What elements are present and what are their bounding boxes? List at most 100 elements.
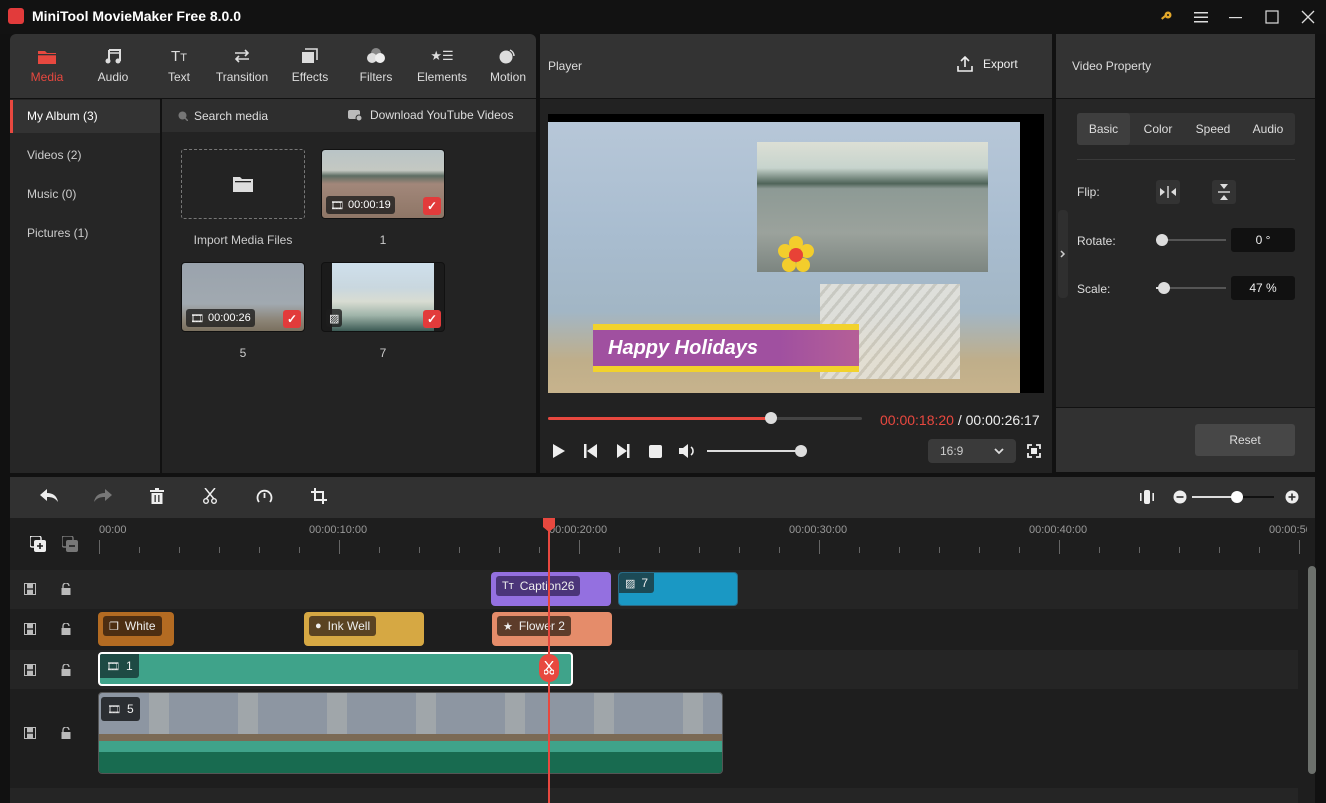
tab-elements[interactable]: ★☰ Elements (410, 46, 474, 84)
checked-icon[interactable]: ✓ (423, 310, 441, 328)
clip-white-effect[interactable]: ❐ White (98, 612, 174, 646)
menu-icon[interactable] (1190, 6, 1212, 28)
playhead-handle[interactable] (543, 518, 555, 532)
undo-icon (40, 489, 58, 502)
effects-icon: ❐ (109, 620, 119, 633)
import-media-button[interactable] (181, 149, 305, 219)
tab-audio[interactable]: Audio (1242, 113, 1294, 145)
timeline-ruler[interactable] (10, 518, 1315, 568)
close-icon[interactable] (1297, 6, 1319, 28)
nav-pictures[interactable]: Pictures (1) (10, 217, 160, 250)
fullscreen-button[interactable] (1027, 444, 1041, 458)
media-item-1[interactable]: 🎞 00:00:19 ✓ (321, 149, 445, 219)
reset-button[interactable]: Reset (1195, 424, 1295, 456)
flip-label: Flip: (1077, 185, 1100, 199)
volume-slider[interactable] (707, 445, 807, 457)
media-item-label: 5 (239, 346, 247, 360)
video-preview[interactable]: Happy Holidays (548, 114, 1044, 393)
maximize-icon[interactable] (1261, 6, 1283, 28)
tab-media[interactable]: Media (15, 46, 79, 84)
media-item-5[interactable]: 🎞 00:00:26 ✓ (181, 262, 305, 332)
tab-basic[interactable]: Basic (1077, 113, 1130, 145)
lock-icon[interactable] (61, 623, 71, 635)
search-media-button[interactable]: Search media (178, 109, 268, 123)
key-icon[interactable] (1155, 6, 1177, 28)
zoom-in-icon (1285, 490, 1299, 504)
progress-handle[interactable] (764, 412, 777, 424)
media-item-7[interactable]: ▨ ✓ (321, 262, 445, 332)
tab-text[interactable]: TT Text (147, 46, 211, 85)
checked-icon[interactable]: ✓ (423, 197, 441, 215)
caption-banner[interactable]: Happy Holidays (593, 324, 859, 372)
media-item-label: 7 (379, 346, 387, 360)
volume-button[interactable] (679, 444, 697, 458)
clip-image-7[interactable]: ▨ 7 (618, 572, 738, 606)
export-button[interactable]: Export (957, 56, 1018, 72)
next-frame-button[interactable] (616, 444, 630, 458)
delete-button[interactable] (150, 488, 164, 504)
lock-icon[interactable] (61, 727, 71, 739)
scale-value[interactable]: 47 % (1231, 276, 1295, 300)
ruler-minor-tick (1099, 547, 1100, 553)
transition-arrows-icon (210, 46, 274, 66)
collapse-panel-button[interactable] (1058, 210, 1068, 298)
playback-progress[interactable] (548, 412, 862, 424)
flip-vertical-button[interactable] (1212, 180, 1236, 204)
checked-icon[interactable]: ✓ (283, 310, 301, 328)
clip-video-1[interactable]: 🎞 1 (98, 652, 573, 686)
flower-sticker[interactable] (778, 235, 814, 273)
tab-audio[interactable]: Audio (81, 46, 145, 84)
clip-video-5[interactable]: 🎞 5 (98, 692, 723, 774)
ruler-minor-tick (539, 547, 540, 553)
scale-slider[interactable] (1156, 282, 1226, 294)
remove-track-button[interactable] (62, 536, 78, 552)
zoom-handle[interactable] (1231, 491, 1244, 503)
flip-horizontal-button[interactable] (1156, 180, 1180, 204)
fit-timeline-button[interactable] (1140, 490, 1154, 504)
timeline-vertical-scrollbar[interactable] (1308, 566, 1316, 774)
undo-button[interactable] (40, 489, 58, 503)
volume-handle[interactable] (795, 445, 807, 457)
media-header: Search media Download YouTube Videos (162, 99, 536, 132)
play-button[interactable] (552, 444, 566, 458)
tab-filters[interactable]: Filters (344, 46, 408, 84)
tab-speed[interactable]: Speed (1186, 113, 1240, 145)
property-header: Video Property (1056, 34, 1315, 98)
crop-button[interactable] (311, 488, 327, 504)
ruler-label: 00:00 (99, 524, 127, 536)
minimize-icon[interactable] (1225, 6, 1247, 28)
music-note-icon (81, 46, 145, 66)
tab-motion[interactable]: Motion (476, 46, 540, 84)
lock-icon[interactable] (61, 664, 71, 676)
redo-button[interactable] (94, 489, 112, 503)
stop-button[interactable] (649, 445, 662, 458)
nav-videos[interactable]: Videos (2) (10, 139, 160, 172)
split-button[interactable] (203, 488, 217, 504)
ruler-minor-tick (179, 547, 180, 553)
nav-music[interactable]: Music (0) (10, 178, 160, 211)
zoom-out-button[interactable] (1173, 490, 1187, 504)
download-youtube-button[interactable]: Download YouTube Videos (348, 108, 513, 122)
clip-caption26[interactable]: TтCaption26 (491, 572, 611, 606)
timeline-zoom-slider[interactable] (1192, 491, 1274, 503)
tab-color[interactable]: Color (1132, 113, 1184, 145)
tab-transition[interactable]: Transition (210, 46, 274, 84)
speed-button[interactable] (256, 488, 273, 504)
lock-icon[interactable] (61, 583, 71, 595)
film-icon: 🎞 (190, 312, 204, 325)
clip-flower-2-element[interactable]: ★ Flower 2 (492, 612, 612, 646)
zoom-in-button[interactable] (1285, 490, 1299, 504)
tab-effects[interactable]: Effects (278, 46, 342, 84)
speedometer-icon (256, 489, 273, 503)
add-track-button[interactable] (30, 536, 46, 552)
nav-my-album[interactable]: My Album (3) (10, 100, 160, 133)
rotate-handle[interactable] (1156, 234, 1168, 246)
ruler-minor-tick (259, 547, 260, 553)
aspect-ratio-select[interactable]: 16:9 (928, 439, 1016, 463)
rotate-value[interactable]: 0 ° (1231, 228, 1295, 252)
previous-frame-button[interactable] (584, 444, 598, 458)
split-at-playhead-button[interactable] (539, 654, 559, 682)
rotate-slider[interactable] (1156, 234, 1226, 246)
elements-icon: ★☰ (430, 48, 454, 63)
clip-ink-well-filter[interactable]: ● Ink Well (304, 612, 424, 646)
